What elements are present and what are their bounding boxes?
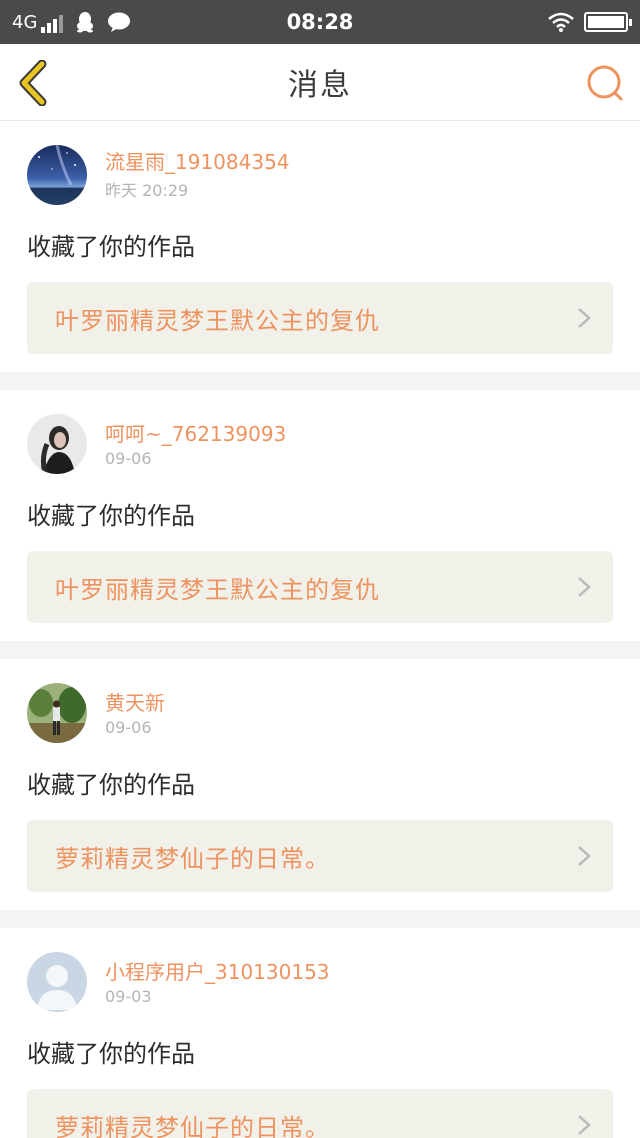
- message-header: 黄天新 09-06: [27, 683, 613, 743]
- chevron-right-icon: [578, 846, 591, 866]
- message-header: 呵呵~_762139093 09-06: [27, 414, 613, 474]
- search-icon: [587, 65, 623, 101]
- username[interactable]: 流星雨_191084354: [105, 149, 290, 175]
- chevron-right-icon: [578, 308, 591, 328]
- message-header: 小程序用户_310130153 09-03: [27, 952, 613, 1012]
- message-time: 09-03: [105, 986, 152, 1006]
- work-link[interactable]: 萝莉精灵梦仙子的日常。: [27, 1089, 613, 1138]
- signal-icon: [41, 14, 64, 33]
- message-action: 收藏了你的作品: [27, 233, 195, 261]
- network-indicator: 4G: [12, 11, 64, 33]
- message-header: 流星雨_191084354 昨天 20:29: [27, 145, 613, 205]
- message-card: 黄天新 09-06 收藏了你的作品 萝莉精灵梦仙子的日常。: [0, 659, 640, 910]
- back-chevron-icon: [19, 59, 47, 107]
- qq-penguin-icon: [77, 12, 94, 33]
- back-button[interactable]: [14, 59, 54, 107]
- message-card: 小程序用户_310130153 09-03 收藏了你的作品 萝莉精灵梦仙子的日常…: [0, 928, 640, 1138]
- status-bar: 4G 08:28: [0, 0, 640, 44]
- avatar[interactable]: [27, 952, 87, 1012]
- username[interactable]: 黄天新: [105, 690, 165, 716]
- avatar[interactable]: [27, 683, 87, 743]
- user-meta: 小程序用户_310130153 09-03: [105, 959, 330, 1006]
- avatar-image-outdoor: [27, 683, 87, 743]
- user-meta: 呵呵~_762139093 09-06: [105, 421, 286, 468]
- status-left: 4G: [12, 11, 131, 33]
- username[interactable]: 小程序用户_310130153: [105, 959, 330, 985]
- network-type: 4G: [12, 11, 38, 33]
- avatar-image-starry-sky: [27, 145, 87, 205]
- work-link[interactable]: 叶罗丽精灵梦王默公主的复仇: [27, 551, 613, 623]
- message-action: 收藏了你的作品: [27, 502, 195, 530]
- page-title: 消息: [288, 68, 352, 103]
- chat-bubble-icon: [108, 12, 131, 32]
- avatar-image-portrait: [27, 414, 87, 474]
- chevron-right-icon: [578, 1115, 591, 1135]
- work-title: 叶罗丽精灵梦王默公主的复仇: [55, 306, 380, 335]
- avatar[interactable]: [27, 145, 87, 205]
- default-avatar-icon: [27, 952, 87, 1012]
- wifi-icon: [548, 12, 574, 32]
- message-action: 收藏了你的作品: [27, 1040, 195, 1068]
- work-title: 萝莉精灵梦仙子的日常。: [55, 844, 330, 873]
- work-title: 叶罗丽精灵梦王默公主的复仇: [55, 575, 380, 604]
- user-meta: 流星雨_191084354 昨天 20:29: [105, 149, 290, 201]
- avatar[interactable]: [27, 414, 87, 474]
- user-meta: 黄天新 09-06: [105, 690, 165, 737]
- work-link[interactable]: 叶罗丽精灵梦王默公主的复仇: [27, 282, 613, 354]
- status-right: [548, 12, 632, 32]
- battery-icon: [584, 12, 632, 32]
- message-time: 昨天 20:29: [105, 181, 189, 200]
- message-card: 流星雨_191084354 昨天 20:29 收藏了你的作品 叶罗丽精灵梦王默公…: [0, 121, 640, 372]
- work-title: 萝莉精灵梦仙子的日常。: [55, 1113, 330, 1138]
- chevron-right-icon: [578, 577, 591, 597]
- status-time: 08:28: [286, 10, 354, 34]
- username[interactable]: 呵呵~_762139093: [105, 421, 286, 447]
- message-time: 09-06: [105, 717, 152, 737]
- message-action: 收藏了你的作品: [27, 771, 195, 799]
- work-link[interactable]: 萝莉精灵梦仙子的日常。: [27, 820, 613, 892]
- nav-bar: 消息: [0, 44, 640, 121]
- message-list: 流星雨_191084354 昨天 20:29 收藏了你的作品 叶罗丽精灵梦王默公…: [0, 121, 640, 1138]
- message-time: 09-06: [105, 448, 152, 468]
- message-card: 呵呵~_762139093 09-06 收藏了你的作品 叶罗丽精灵梦王默公主的复…: [0, 390, 640, 641]
- search-button[interactable]: [584, 62, 626, 104]
